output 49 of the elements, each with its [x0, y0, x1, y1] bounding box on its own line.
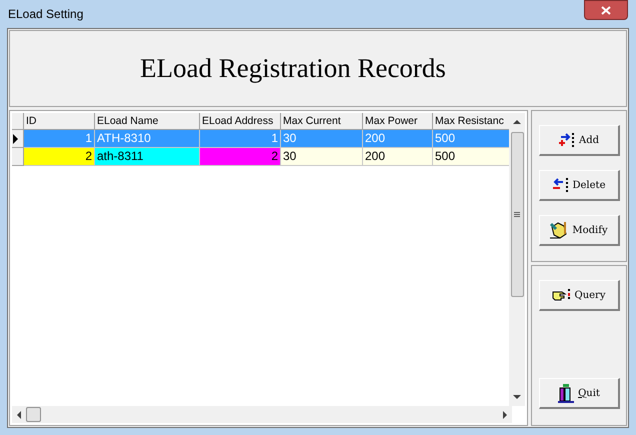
window-title: ELoad Setting	[8, 6, 84, 23]
grip-icon	[514, 212, 520, 217]
table-cell: 2	[200, 148, 281, 166]
current-row-icon	[12, 134, 19, 144]
table-cell: 2	[24, 148, 95, 166]
horizontal-scrollbar[interactable]	[12, 406, 512, 423]
column-header[interactable]: ELoad Name	[95, 113, 200, 130]
button-label: Delete	[572, 178, 606, 192]
table-cell: 1	[200, 130, 281, 148]
vertical-scrollbar[interactable]	[509, 113, 525, 406]
row-indicator[interactable]	[12, 130, 24, 148]
delete-record-icon	[552, 177, 570, 193]
column-header[interactable]: ID	[24, 113, 95, 130]
scroll-up-icon	[513, 119, 522, 125]
table-cell: 30	[281, 130, 363, 148]
table-cell: ATH-8310	[95, 130, 200, 148]
hand-pencil-icon	[549, 221, 570, 239]
button-label: Quit	[578, 386, 600, 400]
button-label: Add	[578, 134, 600, 148]
add-button[interactable]: Add	[538, 125, 620, 156]
close-button[interactable]	[584, 0, 628, 20]
table-cell: 200	[363, 130, 433, 148]
table-cell: 500	[433, 130, 510, 148]
table-cell: ath-8311	[95, 148, 200, 166]
modify-button[interactable]: Modify	[538, 215, 620, 246]
scroll-left-icon	[16, 410, 22, 418]
table-cell: 200	[363, 148, 433, 166]
quit-button[interactable]: Quit	[538, 378, 620, 409]
table-cell: 500	[433, 148, 510, 166]
table-cell: 1	[24, 130, 95, 148]
column-header[interactable]: Max Power	[363, 113, 433, 130]
table-cell: 30	[281, 148, 363, 166]
column-header[interactable]: ELoad Address	[200, 113, 281, 130]
scroll-right-icon	[502, 410, 508, 418]
close-icon	[601, 6, 611, 14]
scroll-down-icon	[513, 394, 522, 400]
query-button[interactable]: Query	[538, 280, 620, 311]
scroll-thumb[interactable]	[510, 132, 524, 297]
delete-button[interactable]: Delete	[538, 170, 620, 201]
button-label: Modify	[572, 224, 608, 238]
add-record-icon	[558, 132, 576, 148]
column-header[interactable]: Max Current	[281, 113, 363, 130]
scroll-thumb[interactable]	[26, 407, 41, 422]
button-label: Query	[574, 288, 606, 302]
column-header[interactable]: Max Resistanc	[433, 113, 510, 130]
corner-header	[12, 113, 24, 130]
door-exit-icon	[557, 383, 576, 403]
page-title: ELoad Registration Records	[140, 52, 446, 86]
pointing-hand-icon	[552, 288, 572, 302]
